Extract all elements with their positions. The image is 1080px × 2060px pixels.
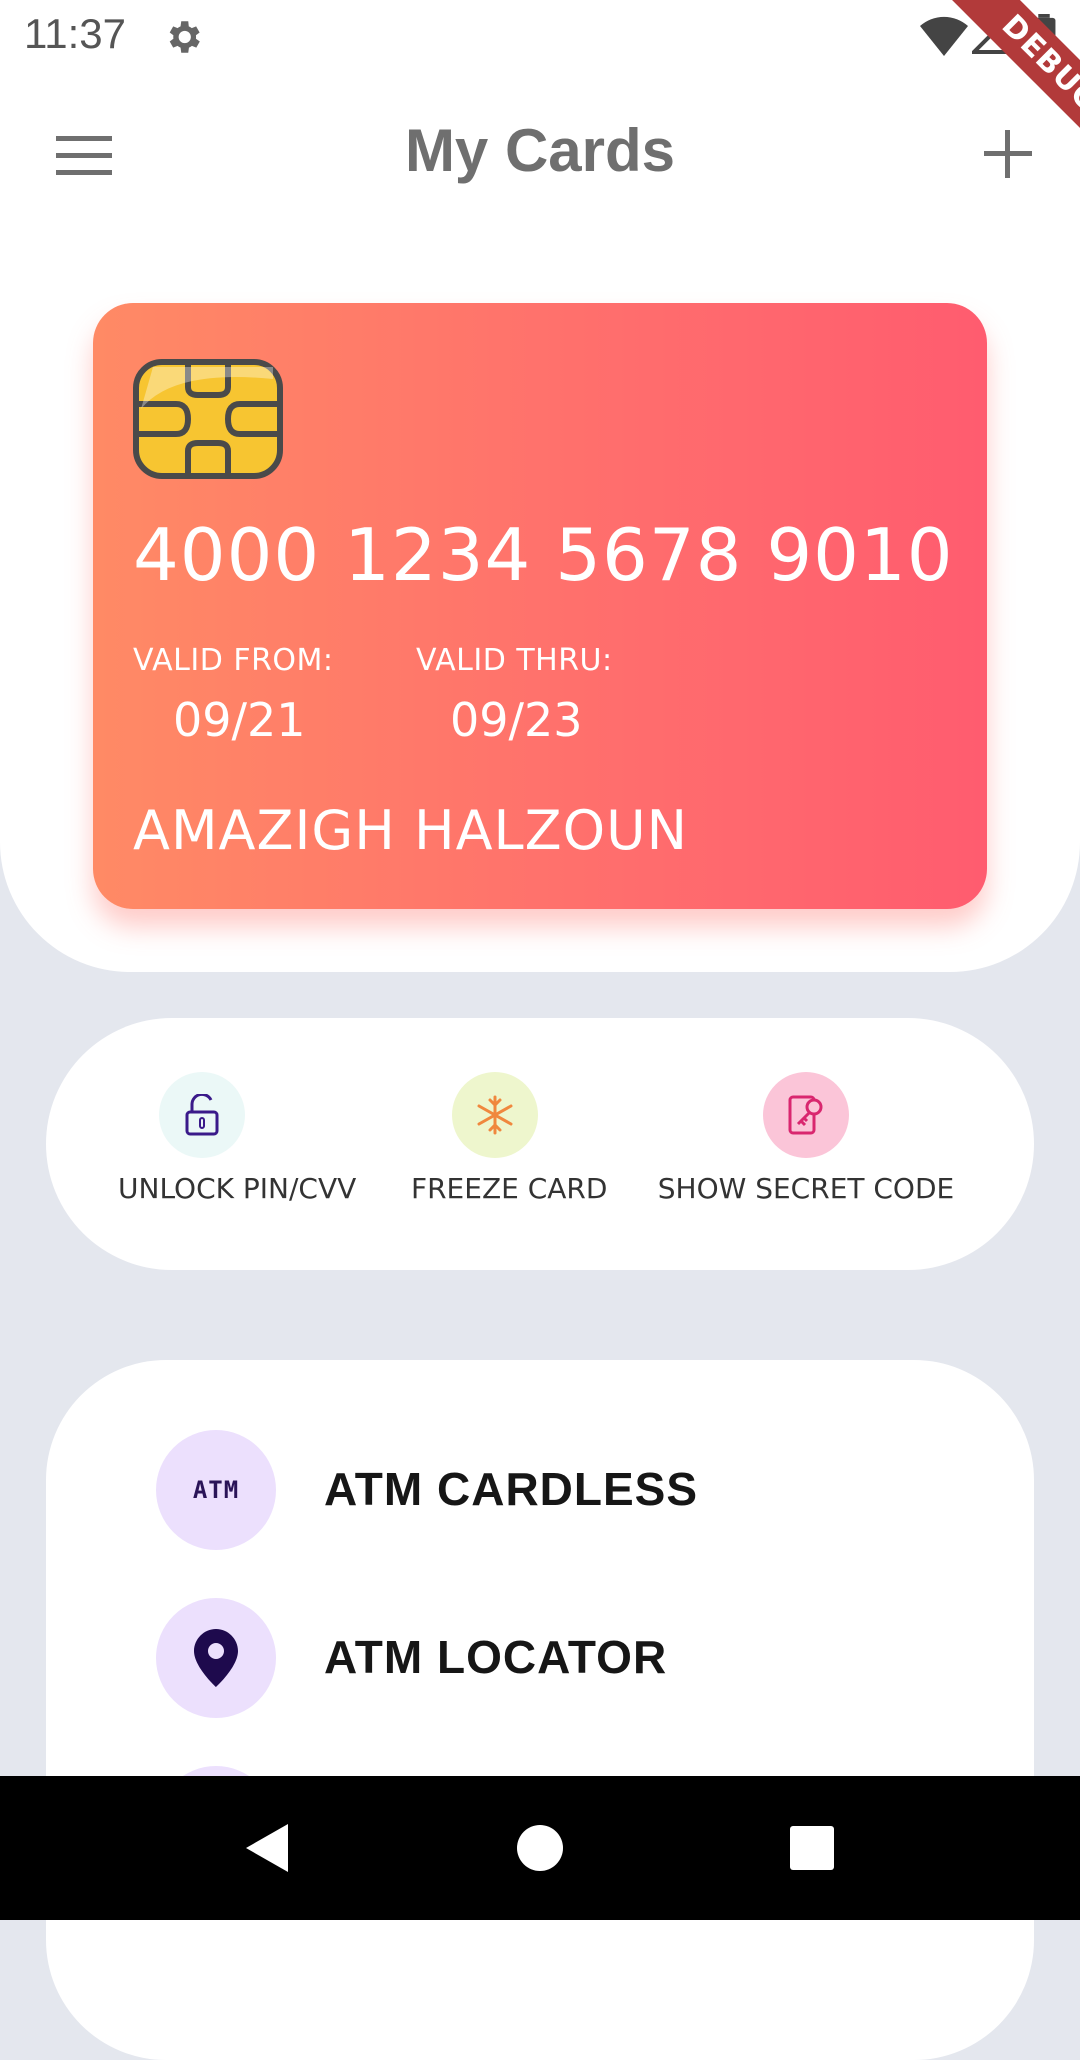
system-nav-bar (0, 1776, 1080, 1920)
location-circle (156, 1598, 276, 1718)
valid-thru-label: VALID THRU: (416, 643, 613, 678)
location-pin-icon (194, 1629, 238, 1687)
unlock-action-circle (159, 1072, 245, 1158)
freeze-card-button[interactable]: FREEZE CARD (411, 1072, 608, 1205)
lock-icon (185, 1094, 219, 1136)
gear-icon (169, 21, 200, 53)
unlock-label: UNLOCK PIN/CVV (118, 1172, 357, 1205)
menu-item-atm-cardless[interactable]: ATM ATM CARDLESS (156, 1430, 956, 1550)
add-icon[interactable] (984, 130, 1032, 178)
valid-from-label: VALID FROM: (133, 643, 334, 678)
card-number: 4000 1234 5678 9010 (133, 513, 954, 597)
home-icon[interactable] (512, 1820, 568, 1876)
recents-icon[interactable] (784, 1820, 840, 1876)
secret-action-circle (763, 1072, 849, 1158)
credit-card[interactable]: 4000 1234 5678 9010 VALID FROM: 09/21 VA… (93, 303, 987, 909)
wifi-icon (920, 16, 968, 56)
show-secret-code-button[interactable]: SHOW SECRET CODE (646, 1072, 966, 1205)
freeze-action-circle (452, 1072, 538, 1158)
secret-label: SHOW SECRET CODE (657, 1172, 955, 1205)
atm-icon: ATM (156, 1430, 276, 1550)
page-title: My Cards (404, 117, 676, 184)
card-actions: UNLOCK PIN/CVV FREEZE CARD SHOW SECRET C… (46, 1018, 1034, 1270)
menu-label-atm-locator: ATM LOCATOR (324, 1631, 668, 1683)
menu-item-atm-locator[interactable]: ATM LOCATOR (156, 1598, 956, 1718)
valid-thru-value: 09/23 (450, 693, 583, 747)
key-icon (788, 1095, 823, 1135)
status-time: 11:37 (24, 10, 126, 57)
card-holder-name: AMAZIGH HALZOUN (133, 799, 689, 862)
snowflake-icon (477, 1095, 513, 1135)
freeze-label: FREEZE CARD (411, 1172, 608, 1205)
atm-icon-text: ATM (192, 1476, 240, 1504)
unlock-pin-cvv-button[interactable]: UNLOCK PIN/CVV (118, 1072, 357, 1205)
status-bar: 11:37 DEBUG (0, 0, 1080, 166)
back-icon[interactable] (240, 1820, 296, 1876)
valid-from-value: 09/21 (173, 693, 306, 747)
menu-label-atm-cardless: ATM CARDLESS (324, 1463, 699, 1515)
menu-sheet: ATM ATM CARDLESS ATM LOCATOR (46, 1360, 1034, 2060)
chip-icon (133, 359, 283, 479)
